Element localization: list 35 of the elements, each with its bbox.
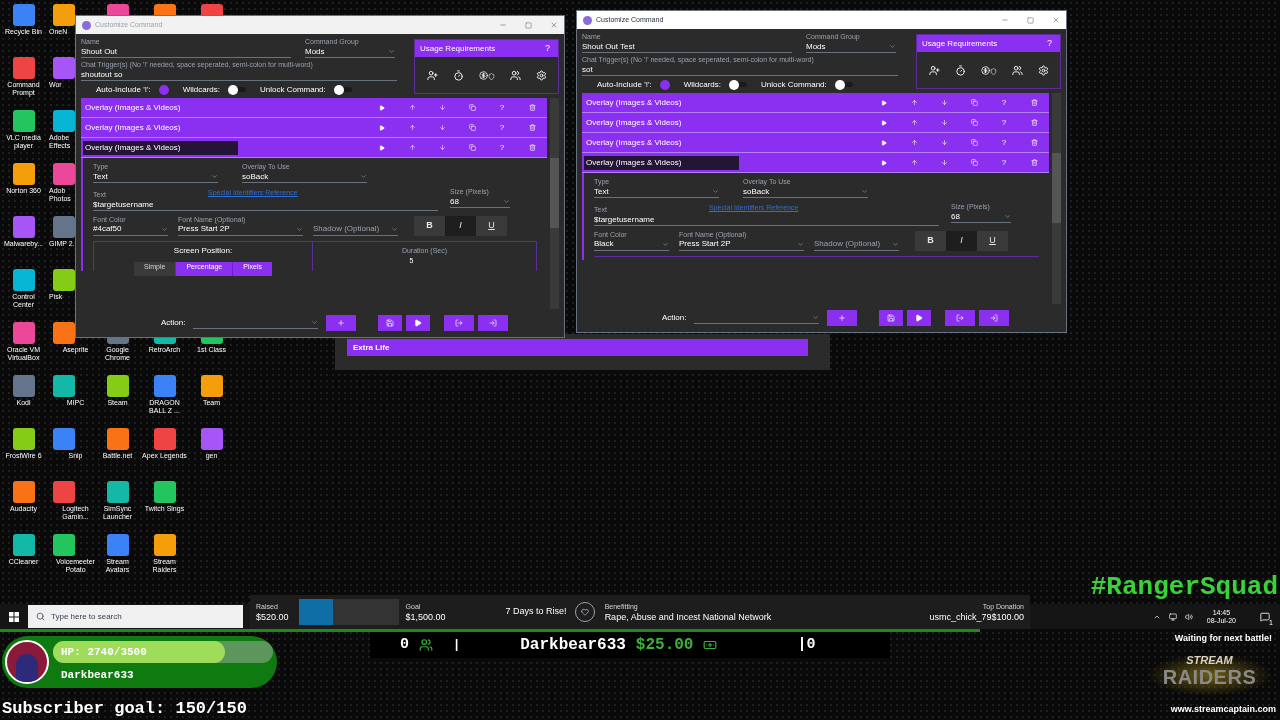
top-donation: usmc_chick_79$100.00	[929, 612, 1024, 622]
campaign-title: 7 Days to Rise!	[505, 605, 567, 619]
action-title: Overlay (Images & Videos)	[585, 116, 683, 129]
toggle-label: Auto-Include '!':	[597, 78, 652, 91]
separator: |	[453, 637, 461, 654]
action-title: Overlay (Images & Videos)	[585, 136, 683, 149]
hashtag: #RangerSquad	[1090, 572, 1278, 602]
action-title: Overlay (Images & Videos)	[584, 155, 739, 170]
logo-text: RAIDERS	[1162, 666, 1257, 688]
battle-status: Waiting for next battle!	[1174, 632, 1272, 645]
action-title: Overlay (Images & Videos)	[84, 101, 182, 114]
raised-amount: $520.00	[256, 612, 289, 622]
action-title: Overlay (Images & Videos)	[585, 96, 683, 109]
toggle-label: Auto-Include '!':	[96, 83, 151, 96]
donation-count: |0	[797, 634, 816, 655]
logo-text: STREAM	[1186, 654, 1233, 666]
viewer-count: 0	[400, 634, 409, 655]
section-title: Screen Position:	[173, 244, 233, 257]
usage-title: Usage Requirements	[922, 37, 998, 50]
hp-text: HP: 2740/3500	[61, 644, 147, 660]
action-title: Overlay (Images & Videos)	[83, 140, 238, 155]
donor-name: Darkbear633	[520, 635, 626, 656]
donation-amount: $25.00	[635, 635, 694, 656]
goal-amount: $1,500.00	[405, 612, 446, 622]
player-name: Darkbear633	[60, 667, 135, 683]
toggle-label: Unlock Command:	[260, 83, 326, 96]
toggle-label: Unlock Command:	[761, 78, 827, 91]
subscriber-goal: Subscriber goal: 150/150	[2, 698, 247, 720]
toggle-label: Wildcards:	[182, 83, 220, 96]
toggle-label: Wildcards:	[683, 78, 721, 91]
charity-name: Rape, Abuse and Incest National Network	[604, 612, 772, 622]
action-label: Action:	[662, 312, 687, 324]
action-title: Overlay (Images & Videos)	[84, 121, 182, 134]
action-label: Action:	[161, 317, 186, 329]
usage-title: Usage Requirements	[420, 42, 496, 55]
